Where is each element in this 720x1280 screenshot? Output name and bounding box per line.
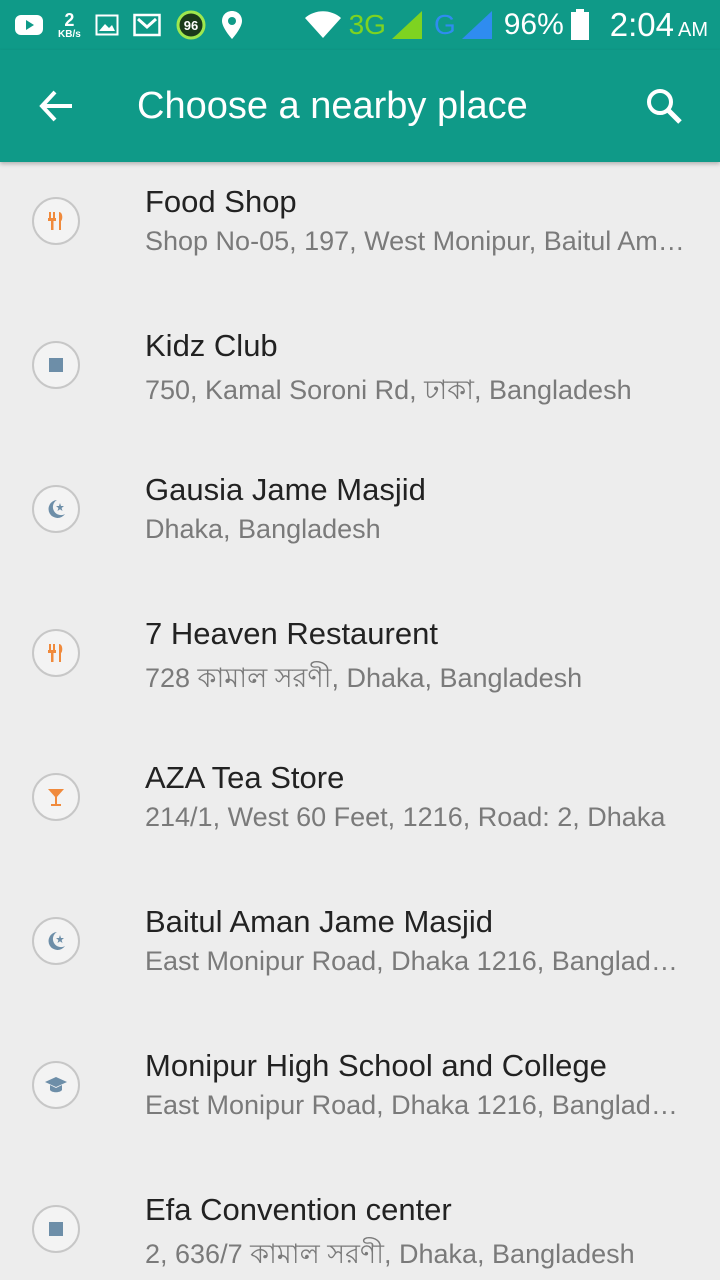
place-list-item[interactable]: Monipur High School and College East Mon… [0, 1026, 720, 1170]
nearby-places-list: Food Shop Shop No-05, 197, West Monipur,… [0, 162, 720, 1280]
network-3g-label: 3G [348, 9, 386, 40]
battery-percent: 96% [503, 8, 564, 41]
place-name: Efa Convention center [145, 1192, 452, 1227]
place-name: 7 Heaven Restaurent [145, 616, 438, 651]
place-name: Gausia Jame Masjid [145, 472, 426, 507]
restaurant-icon [32, 629, 80, 677]
place-address: 214/1, West 60 Feet, 1216, Road: 2, Dhak… [145, 802, 666, 832]
place-address: Dhaka, Bangladesh [145, 514, 381, 544]
search-icon [644, 86, 684, 131]
place-address: East Monipur Road, Dhaka 1216, Banglades… [145, 1090, 685, 1120]
place-address: 750, Kamal Soroni Rd, ঢাকা, Bangladesh [145, 375, 632, 405]
place-name: Kidz Club [145, 328, 278, 363]
place-name: AZA Tea Store [145, 760, 345, 795]
gallery-icon [95, 14, 119, 36]
place-list-item[interactable]: Efa Convention center 2, 636/7 কামাল সরণ… [0, 1170, 720, 1280]
signal-icon [461, 11, 492, 39]
youtube-icon [14, 14, 44, 36]
place-address: East Monipur Road, Dhaka 1216, Banglades… [145, 946, 685, 976]
place-name: Monipur High School and College [145, 1048, 607, 1083]
restaurant-icon [32, 197, 80, 245]
network-speed: 2 KB/s [58, 9, 81, 40]
badge-number: 96 [184, 18, 198, 33]
place-list-item[interactable]: Kidz Club 750, Kamal Soroni Rd, ঢাকা, Ba… [0, 306, 720, 450]
place-address: Shop No-05, 197, West Monipur, Baitul Am… [145, 226, 685, 256]
page-title: Choose a nearby place [137, 85, 528, 127]
school-icon [32, 1061, 80, 1109]
mosque-icon [32, 485, 80, 533]
wifi-icon [303, 10, 343, 40]
signal-icon [391, 11, 422, 39]
arrow-back-icon [38, 88, 74, 129]
clock-time: 2:04 [609, 6, 674, 43]
place-name: Food Shop [145, 184, 297, 219]
network-g-label: G [433, 9, 456, 40]
bar-icon [32, 773, 80, 821]
mosque-icon [32, 917, 80, 965]
back-button[interactable] [30, 82, 82, 134]
gmail-icon [133, 13, 161, 37]
location-icon [221, 10, 243, 40]
clock: 2:04 AM [610, 6, 708, 44]
place-list-item[interactable]: Gausia Jame Masjid Dhaka, Bangladesh [0, 450, 720, 594]
search-button[interactable] [636, 80, 692, 136]
place-address: 2, 636/7 কামাল সরণী, Dhaka, Bangladesh [145, 1239, 635, 1269]
place-list-item[interactable]: Food Shop Shop No-05, 197, West Monipur,… [0, 162, 720, 306]
place-name: Baitul Aman Jame Masjid [145, 904, 494, 939]
place-list-item[interactable]: 7 Heaven Restaurent 728 কামাল সরণী, Dhak… [0, 594, 720, 738]
place-address: 728 কামাল সরণী, Dhaka, Bangladesh [145, 663, 583, 693]
generic-place-icon [32, 341, 80, 389]
place-list-item[interactable]: Baitul Aman Jame Masjid East Monipur Roa… [0, 882, 720, 1026]
clock-ampm: AM [678, 19, 708, 41]
app-bar: Choose a nearby place [0, 50, 720, 162]
status-bar: 2 KB/s 96 3G G 96% 2:04 AM [0, 0, 720, 50]
place-list-item[interactable]: AZA Tea Store 214/1, West 60 Feet, 1216,… [0, 738, 720, 882]
generic-place-icon [32, 1205, 80, 1253]
battery-icon [570, 9, 590, 41]
app-badge-icon: 96 [175, 9, 207, 41]
